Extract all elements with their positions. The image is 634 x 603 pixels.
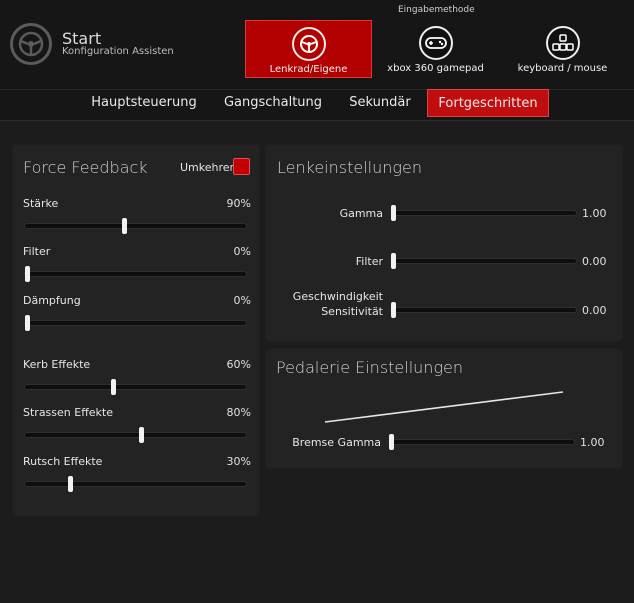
steering-filter-slider[interactable] [390, 253, 577, 269]
gamma-slider[interactable] [390, 205, 577, 221]
slider-value: 0% [233, 245, 251, 258]
slider-label: Filter [23, 245, 51, 258]
slider-value: 0% [233, 294, 251, 307]
slider-value: 80% [226, 406, 251, 419]
slider-label: Bremse Gamma [292, 436, 381, 449]
slider-label: Stärke [23, 197, 59, 210]
input-label: keyboard / mouse [517, 63, 608, 74]
filter-slider[interactable] [24, 266, 247, 282]
slider-value: 60% [226, 358, 251, 371]
input-label: Lenkrad/Eigene [269, 64, 348, 75]
slider-value: 90% [226, 197, 251, 210]
slider-value: 0.00 [582, 255, 607, 268]
slider-thumb[interactable] [139, 427, 144, 443]
input-steering-wheel-button[interactable]: Lenkrad/Eigene [245, 20, 372, 78]
input-label: xbox 360 gamepad [387, 63, 484, 74]
input-gamepad-button[interactable]: xbox 360 gamepad [372, 20, 499, 78]
slider-thumb[interactable] [391, 253, 396, 269]
slider-thumb[interactable] [122, 218, 127, 234]
input-method-label: Eingabemethode [398, 5, 475, 15]
slider-value: 30% [226, 455, 251, 468]
tab-hauptsteuerung[interactable]: Hauptsteuerung [85, 89, 203, 117]
slider-thumb[interactable] [391, 205, 396, 221]
keyboard-icon [545, 26, 580, 60]
daempfung-slider[interactable] [24, 315, 247, 331]
invert-checkbox[interactable] [233, 158, 250, 175]
force-feedback-title: Force Feedback [23, 158, 148, 177]
input-keyboard-button[interactable]: keyboard / mouse [499, 20, 626, 78]
steering-wheel-logo-icon [10, 23, 52, 65]
slider-label: Gamma [339, 207, 383, 220]
slider-thumb[interactable] [391, 302, 396, 318]
brake-gamma-curve [324, 391, 564, 423]
tab-fortgeschritten[interactable]: Fortgeschritten [427, 89, 549, 117]
slider-thumb[interactable] [25, 266, 30, 282]
slider-thumb[interactable] [111, 379, 116, 395]
slider-value: 0.00 [582, 304, 607, 317]
speed-sensitivity-slider[interactable] [390, 302, 577, 318]
tabs-bottom-divider [0, 120, 634, 121]
brake-gamma-slider[interactable] [388, 434, 575, 450]
slider-label: Rutsch Effekte [23, 455, 103, 468]
invert-label: Umkehren [180, 161, 237, 174]
pedals-title: Pedalerie Einstellungen [276, 358, 464, 377]
rutsch-effekte-slider[interactable] [24, 476, 247, 492]
staerke-slider[interactable] [24, 218, 247, 234]
strassen-effekte-slider[interactable] [24, 427, 247, 443]
slider-label: Dämpfung [23, 294, 81, 307]
tab-sekundaer[interactable]: Sekundär [340, 89, 420, 117]
slider-label: Geschwindigkeit Sensitivität [292, 290, 383, 318]
slider-thumb[interactable] [389, 434, 394, 450]
slider-thumb[interactable] [68, 476, 73, 492]
slider-value: 1.00 [582, 207, 607, 220]
gamepad-icon [418, 26, 453, 60]
kerb-effekte-slider[interactable] [24, 379, 247, 395]
slider-label: Kerb Effekte [23, 358, 91, 371]
slider-value: 1.00 [580, 436, 605, 449]
steering-wheel-icon [291, 27, 326, 61]
tab-gangschaltung[interactable]: Gangschaltung [218, 89, 328, 117]
slider-label: Filter [355, 255, 383, 268]
slider-thumb[interactable] [25, 315, 30, 331]
steering-title: Lenkeinstellungen [277, 158, 422, 177]
slider-label: Strassen Effekte [23, 406, 114, 419]
app-subtitle: Konfiguration Assistent [62, 46, 174, 57]
